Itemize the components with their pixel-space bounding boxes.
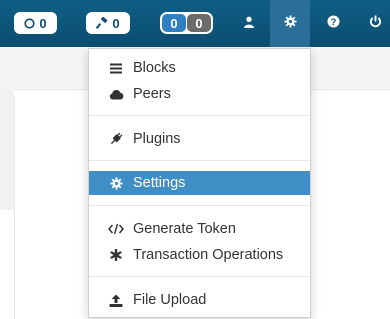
menu-item-label: Plugins	[133, 131, 181, 147]
menu-item-label: Settings	[133, 175, 186, 191]
gear-icon	[283, 14, 297, 33]
menu-item-file-upload[interactable]: File Upload	[89, 288, 310, 312]
list-icon	[107, 60, 125, 76]
help-button[interactable]: ?	[313, 0, 353, 47]
menu-item-label: File Upload	[133, 292, 207, 308]
settings-button[interactable]	[270, 0, 310, 47]
power-icon	[369, 14, 382, 33]
menu-item-generate-token[interactable]: Generate Token	[89, 217, 310, 241]
plug-icon	[107, 131, 125, 147]
menu-item-peers[interactable]: Peers	[89, 82, 310, 106]
toggle-right[interactable]: 0	[187, 14, 211, 32]
hammer-icon	[96, 17, 108, 29]
peers-count: 0	[39, 15, 47, 31]
menu-divider	[89, 160, 310, 161]
code-icon	[107, 221, 125, 237]
menu-divider	[89, 276, 310, 277]
user-icon	[243, 15, 255, 33]
menu-divider	[89, 115, 310, 116]
menu-item-label: Blocks	[133, 60, 176, 76]
status-toggle[interactable]: 0 0	[160, 12, 213, 34]
circle-outline-icon	[24, 17, 35, 29]
menu-divider	[89, 205, 310, 206]
settings-dropdown-menu: Blocks Peers Plugins Settings Generate T…	[88, 48, 311, 318]
top-navbar: 0 0 0 0 ?	[0, 0, 390, 47]
menu-item-label: Transaction Operations	[133, 247, 284, 263]
user-button[interactable]	[229, 0, 269, 47]
cloud-icon	[107, 86, 125, 102]
blocks-count: 0	[112, 15, 120, 31]
menu-item-blocks[interactable]: Blocks	[89, 56, 310, 80]
blocks-badge[interactable]: 0	[86, 12, 130, 34]
menu-item-label: Generate Token	[133, 221, 236, 237]
upload-icon	[107, 292, 125, 308]
power-button[interactable]	[355, 0, 390, 47]
asterisk-icon	[107, 247, 125, 263]
gear-icon	[107, 175, 125, 191]
menu-item-plugins[interactable]: Plugins	[89, 127, 310, 151]
question-icon: ?	[326, 14, 340, 33]
menu-item-transaction-operations[interactable]: Transaction Operations	[89, 243, 310, 267]
left-strip-bottom	[0, 210, 14, 319]
menu-item-label: Peers	[133, 86, 171, 102]
menu-item-settings[interactable]: Settings	[89, 171, 310, 195]
peers-badge[interactable]: 0	[14, 12, 57, 34]
toggle-left[interactable]: 0	[162, 14, 186, 32]
svg-text:?: ?	[330, 16, 336, 26]
